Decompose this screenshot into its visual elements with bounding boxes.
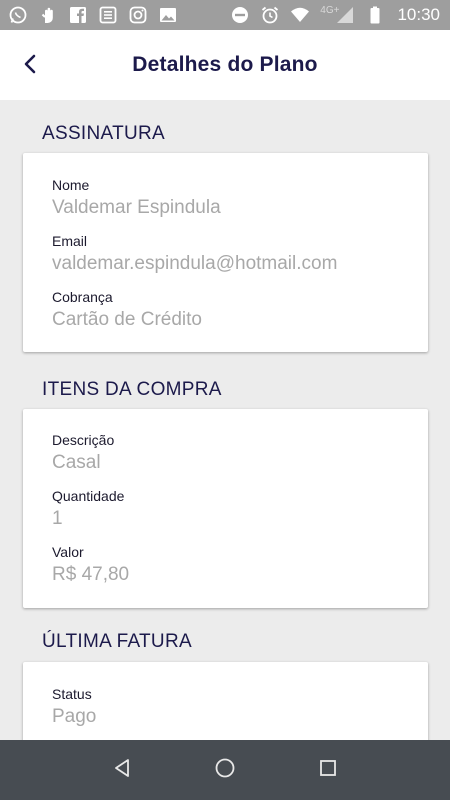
nav-back-button[interactable]	[102, 750, 142, 790]
field-quantidade: Quantidade 1	[52, 488, 124, 530]
battery-icon	[365, 5, 385, 25]
card-itens-compra: Descrição Casal Quantidade 1 Valor R$ 47…	[23, 409, 428, 608]
hand-icon	[38, 5, 58, 25]
navigation-bar	[0, 740, 450, 800]
section-title-itens: ITENS DA COMPRA	[42, 379, 222, 400]
alarm-icon	[260, 5, 280, 25]
field-value: Pago	[52, 706, 97, 727]
nav-home-button[interactable]	[205, 750, 245, 790]
status-system: 4G+ 10:30	[230, 5, 440, 25]
field-cobranca: Cobrança Cartão de Crédito	[52, 289, 202, 331]
field-label: Quantidade	[52, 488, 125, 504]
field-value: 1	[52, 508, 63, 529]
field-label: Cobrança	[52, 289, 113, 305]
field-nome: Nome Valdemar Espindula	[52, 177, 221, 219]
field-label: Email	[52, 233, 88, 249]
facebook-icon	[68, 5, 88, 25]
app-bar: Detalhes do Plano	[0, 30, 450, 100]
status-bar: 4G+ 10:30	[0, 0, 450, 30]
section-title-assinatura: ASSINATURA	[42, 123, 166, 144]
field-value: Cartão de Crédito	[52, 309, 202, 330]
status-time: 10:30	[397, 5, 440, 24]
status-notifications	[8, 5, 178, 25]
field-value: valdemar.espindula@hotmail.com	[52, 253, 338, 274]
plan-details-content[interactable]: ASSINATURA Nome Valdemar Espindula Email…	[0, 100, 450, 740]
field-label: Nome	[52, 177, 90, 193]
wifi-icon	[290, 5, 310, 25]
recents-square-icon	[318, 758, 338, 783]
section-title-fatura: ÚLTIMA FATURA	[42, 631, 192, 652]
field-label: Valor	[52, 544, 84, 560]
network-type: 4G+	[320, 4, 340, 16]
do-not-disturb-icon	[230, 5, 250, 25]
field-value: Valdemar Espindula	[52, 197, 221, 218]
page-title: Detalhes do Plano	[132, 53, 318, 76]
field-valor: Valor R$ 47,80	[52, 544, 129, 586]
field-value: Casal	[52, 452, 101, 473]
field-label: Status	[52, 686, 92, 702]
field-label: Descrição	[52, 432, 115, 448]
nav-recents-button[interactable]	[308, 750, 348, 790]
field-status: Status Pago	[52, 686, 96, 728]
whatsapp-icon	[8, 5, 28, 25]
chevron-left-icon	[21, 53, 39, 80]
field-email: Email valdemar.espindula@hotmail.com	[52, 233, 337, 275]
field-value: R$ 47,80	[52, 564, 130, 585]
back-triangle-icon	[112, 757, 132, 784]
image-icon	[158, 5, 178, 25]
card-ultima-fatura: Status Pago	[23, 662, 428, 740]
field-descricao: Descrição Casal	[52, 432, 114, 474]
news-icon	[98, 5, 118, 25]
card-assinatura: Nome Valdemar Espindula Email valdemar.e…	[23, 153, 428, 352]
home-circle-icon	[214, 757, 236, 784]
back-button[interactable]	[14, 52, 46, 80]
instagram-icon	[128, 5, 148, 25]
